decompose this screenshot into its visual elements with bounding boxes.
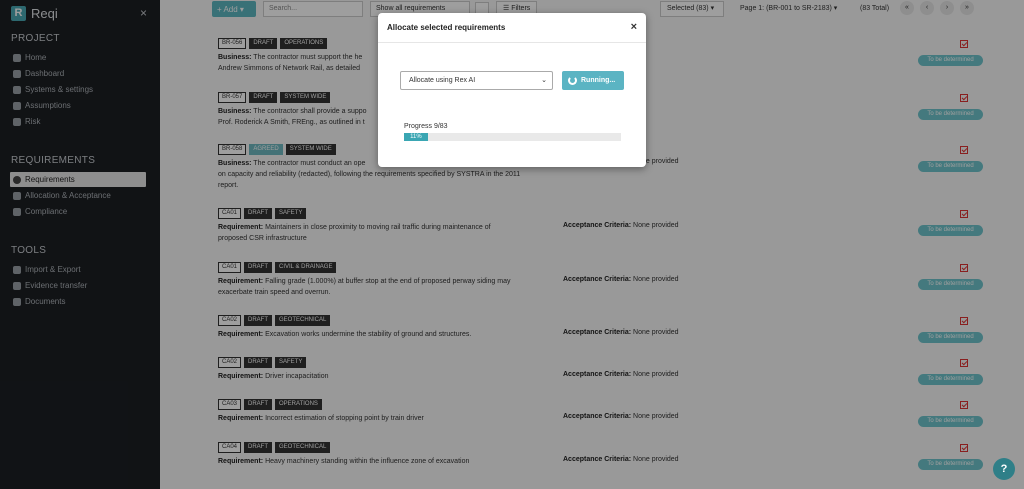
running-label: Running...	[581, 77, 616, 84]
allocate-modal: Allocate selected requirements × Allocat…	[378, 13, 646, 167]
chevron-down-icon: ⌄	[541, 77, 547, 84]
progress-fill: 11%	[404, 133, 428, 141]
progress-bar: 11%	[404, 133, 621, 141]
help-button[interactable]: ?	[993, 458, 1015, 480]
modal-close-icon[interactable]: ×	[631, 21, 637, 33]
modal-title: Allocate selected requirements	[378, 13, 646, 43]
progress-label: Progress 9/83	[404, 123, 448, 130]
allocation-method-select[interactable]: Allocate using Rex AI ⌄	[400, 71, 553, 90]
running-button[interactable]: Running...	[562, 71, 624, 90]
spinner-icon	[568, 76, 577, 85]
allocation-method-value: Allocate using Rex AI	[409, 77, 476, 84]
